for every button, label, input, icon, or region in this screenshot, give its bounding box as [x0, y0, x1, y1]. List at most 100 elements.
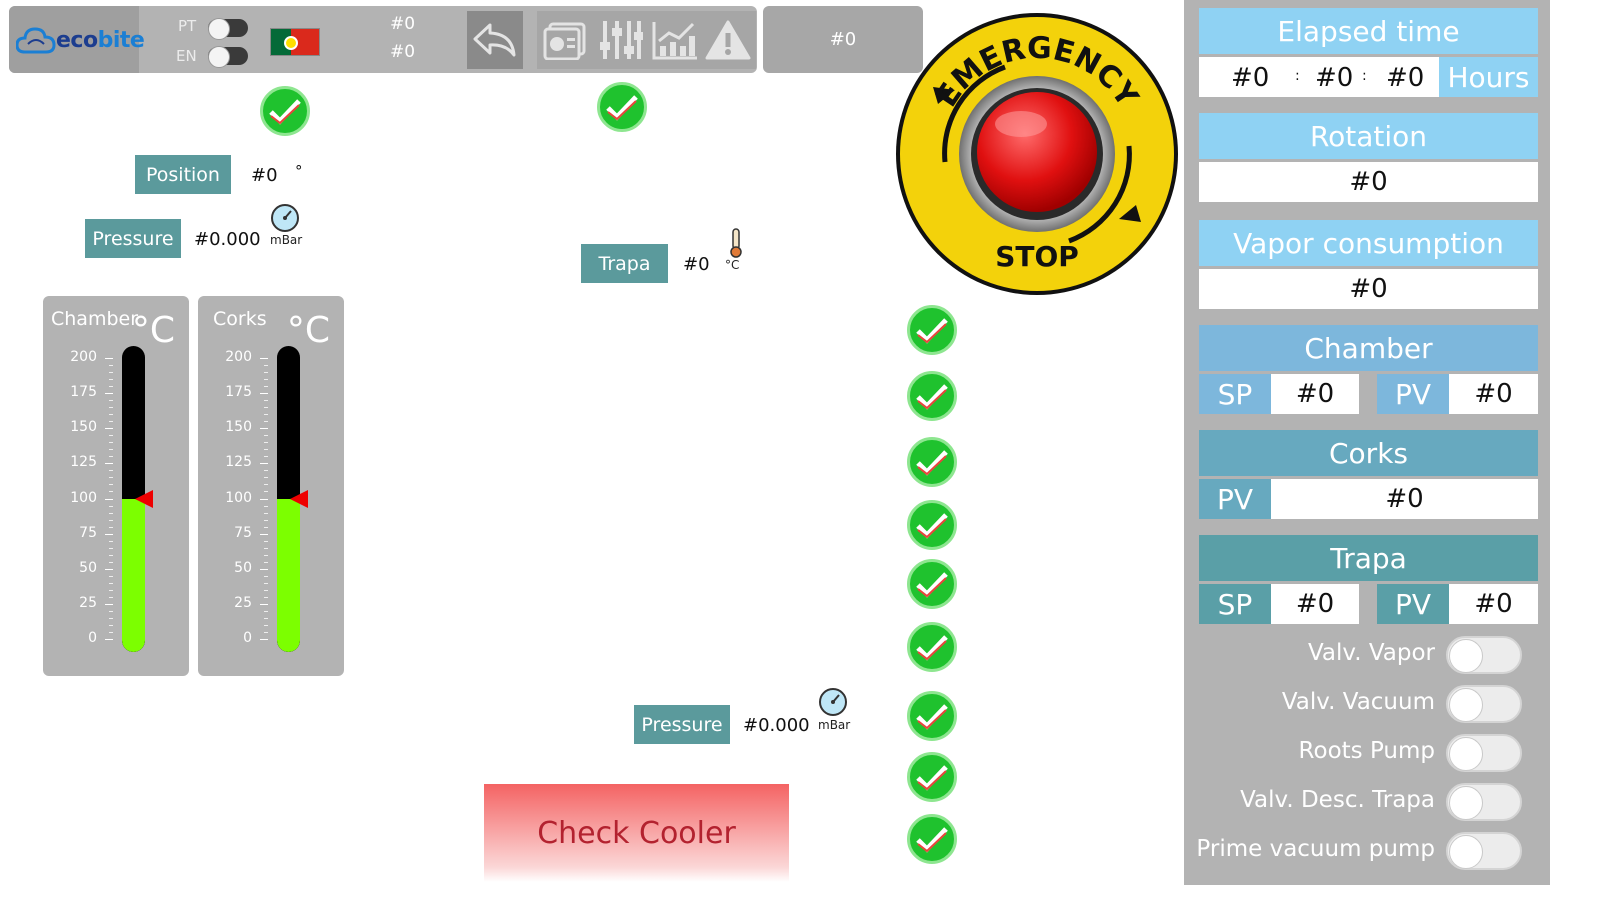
pressure-bottom-unit: mBar [818, 718, 851, 732]
minor-tick [264, 547, 268, 549]
tick-label: 125 [225, 454, 252, 471]
trapa-sp-value: #0 [1271, 584, 1359, 624]
minor-tick [264, 617, 268, 619]
vapor-consumption-header: Vapor consumption [1199, 220, 1538, 266]
status-ok-icon [907, 559, 957, 609]
minor-tick [264, 575, 268, 577]
tick-label: 125 [70, 454, 97, 471]
minor-tick [109, 540, 113, 542]
corks-pv-label: PV [1199, 479, 1271, 519]
chamber-sp-value: #0 [1271, 374, 1359, 414]
elapsed-seconds: #0 [1386, 63, 1425, 93]
vapor-consumption-value: #0 [1199, 269, 1538, 309]
tick-mark [260, 603, 268, 605]
minor-tick [264, 414, 268, 416]
minor-tick [109, 617, 113, 619]
tick-mark [260, 533, 268, 535]
minor-tick [264, 624, 268, 626]
pressure-bottom-label: Pressure [634, 705, 730, 744]
chart-icon [652, 22, 697, 60]
tick-mark [105, 393, 113, 395]
lang-en-toggle[interactable] [208, 46, 248, 68]
minor-tick [264, 631, 268, 633]
chamber-pv-label: PV [1377, 374, 1449, 414]
valve-toggle[interactable] [1446, 734, 1522, 772]
tick-mark [260, 639, 268, 640]
tick-label: 50 [79, 559, 97, 576]
logo-text: ecobite [56, 28, 145, 53]
tick-label: 75 [79, 524, 97, 541]
chamber-sp-label: SP [1199, 374, 1271, 414]
minor-tick [264, 470, 268, 472]
minor-tick [109, 449, 113, 451]
trapa-header: Trapa [1199, 535, 1538, 581]
minor-tick [264, 379, 268, 381]
chamber-pv-value: #0 [1449, 374, 1538, 414]
minor-tick [264, 561, 268, 563]
minor-tick [109, 491, 113, 493]
status-ok-icon [907, 691, 957, 741]
status-ok-icon [907, 752, 957, 802]
minor-tick [264, 477, 268, 479]
status-ok-icon [907, 305, 957, 355]
minor-tick [264, 484, 268, 486]
minor-tick [109, 505, 113, 507]
minor-tick [264, 540, 268, 542]
setpoint-marker [290, 489, 308, 508]
tick-mark [105, 428, 113, 430]
trapa-unit: °C [725, 258, 740, 272]
position-unit: ° [295, 162, 303, 180]
minor-tick [109, 365, 113, 367]
back-button[interactable] [467, 11, 523, 69]
minor-tick [109, 631, 113, 633]
minor-tick [109, 610, 113, 612]
elapsed-time-header: Elapsed time [1199, 8, 1538, 54]
portugal-flag-icon[interactable] [270, 28, 320, 56]
settings-button[interactable] [592, 11, 648, 69]
thermometer-unit: °C [131, 310, 175, 351]
minor-tick [264, 456, 268, 458]
valve-toggle[interactable] [1446, 685, 1522, 723]
minor-tick [109, 470, 113, 472]
minor-tick [109, 589, 113, 591]
minor-tick [264, 386, 268, 388]
dashboard-button[interactable] [537, 11, 593, 69]
valve-toggle[interactable] [1446, 832, 1522, 870]
minor-tick [264, 372, 268, 374]
switch-label: Valv. Vapor [1307, 640, 1435, 666]
status-ok-icon [907, 622, 957, 672]
trapa-pv-label: PV [1377, 584, 1449, 624]
tick-mark [260, 393, 268, 395]
minor-tick [109, 554, 113, 556]
corks-pv-value: #0 [1271, 479, 1538, 519]
trapa-sp-label: SP [1199, 584, 1271, 624]
minor-tick [109, 575, 113, 577]
tick-label: 25 [234, 594, 252, 611]
minor-tick [264, 512, 268, 514]
stop-text: STOP [995, 240, 1079, 273]
status-ok-icon [907, 814, 957, 864]
trends-button[interactable] [647, 11, 703, 69]
minor-tick [109, 407, 113, 409]
valve-toggle[interactable] [1446, 636, 1522, 674]
emergency-stop-button[interactable]: EMERGENCY STOP [893, 12, 1181, 296]
switch-label: Valv. Vacuum [1281, 689, 1435, 715]
check-cooler-button[interactable]: Check Cooler [484, 784, 789, 882]
pressure-unit: mBar [270, 233, 303, 247]
corks-header: Corks [1199, 430, 1538, 476]
lang-pt-toggle[interactable] [208, 18, 248, 40]
top-value-2: #0 [390, 42, 416, 62]
gauge-icon [270, 203, 300, 237]
tick-mark [105, 568, 113, 570]
lang-pt-label: PT [178, 17, 197, 35]
alarms-button[interactable] [700, 11, 756, 69]
minor-tick [264, 582, 268, 584]
thermometer-unit: °C [286, 310, 330, 351]
status-ok-icon [907, 371, 957, 421]
minor-tick [264, 421, 268, 423]
pressure-value: #0.000 [194, 229, 261, 250]
tick-label: 175 [70, 384, 97, 401]
thermometer-fill [122, 498, 145, 652]
valve-toggle[interactable] [1446, 783, 1522, 821]
dashboard-icon [543, 22, 586, 60]
